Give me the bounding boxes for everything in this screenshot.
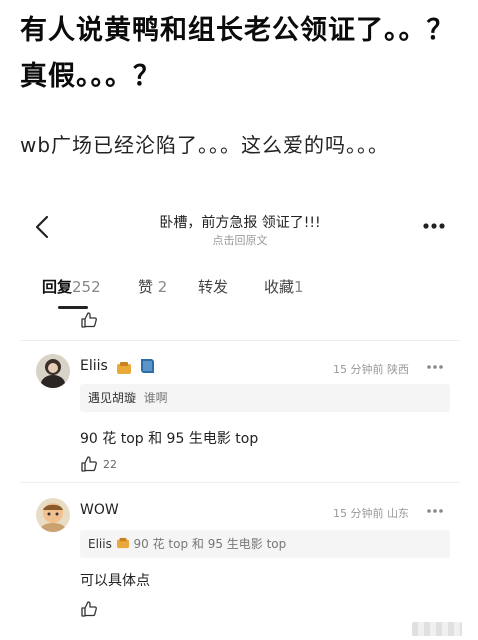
divider [20,340,460,341]
comment-text: 可以具体点 [80,573,150,589]
quoted-reply[interactable]: Eliis 90 花 top 和 95 生电影 top [80,530,450,558]
tab-likes-count: 2 [157,278,168,296]
like-count: 22 [103,458,117,471]
book-icon [141,359,154,373]
more-icon[interactable] [422,222,446,230]
quote-text: 谁啊 [143,391,168,405]
badge-icon [116,537,129,549]
comment-text: 90 花 top 和 95 生电影 top [80,431,259,447]
more-options-icon[interactable] [426,364,444,370]
thumbs-up-icon[interactable] [80,600,98,618]
comment-location: 陕西 [387,363,409,376]
badge-icon [117,362,131,374]
thumbs-up-icon[interactable] [80,455,98,473]
tab-replies-count: 252 [72,278,101,296]
quote-user: 遇见胡璇 [88,391,137,405]
more-options-icon[interactable] [426,508,444,514]
comment-location: 山东 [387,507,409,520]
comment-meta: 15 分钟前 陕西 [333,361,409,377]
nav-subtitle[interactable]: 点击回原文 [100,232,380,248]
tab-replies-label: 回复 [42,278,73,296]
divider [20,482,460,483]
post-title: 有人说黄鸭和组长老公领证了。。？真假。。。？ [20,15,455,92]
comment-meta: 15 分钟前 山东 [333,505,409,521]
tab-favorites-label: 收藏 [264,278,295,296]
quote-user: Eliis [88,537,112,551]
tab-likes-label: 赞 [138,278,154,296]
embedded-screenshot: 卧槽，前方急报 领证了!!! 点击回原文 回复252 赞 2 转发 收藏1 El… [20,190,460,640]
comment-username[interactable]: Eliis [80,358,108,374]
comment-time: 15 分钟前 [333,507,384,520]
quote-text: 90 花 top 和 95 生电影 top [133,537,287,551]
active-tab-indicator [58,306,88,309]
back-icon[interactable] [32,214,54,240]
nav-title[interactable]: 卧槽，前方急报 领证了!!! [100,212,380,232]
comment-time: 15 分钟前 [333,363,384,376]
tab-replies[interactable]: 回复252 [42,276,101,297]
quoted-reply[interactable]: 遇见胡璇 谁啊 [80,384,450,412]
avatar[interactable] [36,354,70,388]
comment-username[interactable]: WOW [80,502,119,518]
avatar[interactable] [36,498,70,532]
tab-bar: 回复252 赞 2 转发 收藏1 [20,276,460,310]
thumbs-up-icon[interactable] [80,311,98,329]
tab-likes[interactable]: 赞 2 [138,276,167,297]
tab-favorites[interactable]: 收藏1 [264,276,304,297]
tab-reposts-label: 转发 [198,278,229,296]
watermark [412,622,462,636]
post-body: wb广场已经沦陷了。。。这么爱的吗。。。 [20,133,390,157]
tab-favorites-count: 1 [294,278,304,296]
tab-reposts[interactable]: 转发 [198,276,228,297]
nav-bar: 卧槽，前方急报 领证了!!! 点击回原文 [20,190,460,262]
